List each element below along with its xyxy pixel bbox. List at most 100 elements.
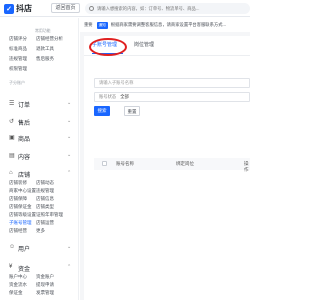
fund-item[interactable]: 提现申请 [36, 282, 54, 288]
fund-item[interactable]: 发票管理 [36, 290, 54, 296]
shop-item[interactable]: 店铺经营 [9, 228, 27, 234]
shop-item-row: 店铺等级设置 证照年审管理 [0, 212, 79, 220]
nav-section-label: 内容 [18, 155, 31, 161]
chevron-down-icon: ⌄ [67, 244, 72, 250]
shop-item[interactable]: 店铺保证金 [9, 204, 32, 210]
nav-section-content[interactable]: ▤ 内容 ⌄ [0, 150, 79, 162]
shop-item[interactable]: 店铺动态 [36, 180, 54, 186]
col-actions: 操作 [244, 161, 249, 172]
nav-section-products[interactable]: ▣ 商品 ⌄ [0, 132, 79, 144]
global-search[interactable] [85, 3, 250, 14]
fund-item[interactable]: 资金账户 [36, 274, 54, 280]
aftersales-icon: ↺ [9, 119, 15, 125]
status-label: 账号状态 [99, 94, 117, 99]
content-card: 子账号管理 岗位管理 请输入子账号名称 账号状态 全部 搜索 重置 账号名称 绑… [84, 36, 250, 300]
nav-section-label: 店铺 [18, 173, 31, 179]
chevron-down-icon: ⌄ [67, 152, 72, 158]
nav-section-aftersales[interactable]: ↺ 售后 ⌄ [0, 116, 79, 128]
fund-item[interactable]: 保证金 [9, 290, 23, 296]
shop-item[interactable]: 违规管理 [36, 188, 54, 194]
nav-section-funds[interactable]: ¥ 资金 ⌃ [0, 262, 79, 274]
tab-positions[interactable]: 岗位管理 [134, 41, 154, 48]
nav-section-label: 商品 [18, 137, 31, 143]
col-account-name: 账号名称 [116, 161, 134, 166]
shop-item-row: 子账号管理 店铺运营 [0, 220, 79, 228]
nav-section-label: 资金 [18, 267, 31, 273]
status-value: 全部 [120, 94, 129, 99]
shop-item-row: 店铺保障 店铺信息 [0, 196, 79, 204]
shop-icon: ⌂ [9, 170, 13, 176]
logo-text: 抖店 [16, 4, 32, 13]
table-header: 账号名称 绑定岗位 操作 [94, 158, 250, 172]
quick-link[interactable]: 退款工具 [36, 46, 54, 52]
shop-item-row: 商家中心设置 违规管理 [0, 188, 79, 196]
chevron-up-icon: ⌃ [67, 264, 72, 270]
sub-account-label-row: 子分账户 [0, 80, 79, 88]
sidebar: 常用功能 店铺评分 店铺经营分析 标准商品 退款工具 违规管理 售后服务 权限管… [0, 18, 79, 300]
sidebar-group-title: 常用功能 [35, 28, 51, 33]
shop-item[interactable]: 店铺保障 [9, 196, 27, 202]
orders-icon: ☰ [9, 101, 15, 107]
account-status-select[interactable]: 账号状态 全部 [94, 92, 250, 102]
fund-item-row: 保证金 发票管理 [0, 290, 79, 298]
logo[interactable]: ✓ 抖店 [4, 3, 32, 14]
select-all-checkbox[interactable] [102, 161, 107, 166]
shop-item[interactable]: 店铺装修 [9, 180, 27, 186]
notice-bar: 重要 通知 根据商家需要调整客服信息，请商家设置平台客服联系方式... [80, 18, 250, 32]
nav-section-label: 订单 [18, 103, 31, 109]
search-input[interactable] [97, 6, 247, 11]
notice-text[interactable]: 根据商家需要调整客服信息，请商家设置平台客服联系方式... [111, 22, 236, 28]
quick-link[interactable]: 违规管理 [9, 56, 27, 62]
shop-item[interactable]: 证照年审管理 [36, 212, 63, 218]
chevron-down-icon: ⌄ [67, 118, 72, 124]
fund-item[interactable]: 资金流水 [9, 282, 27, 288]
col-bound-position: 绑定岗位 [176, 161, 194, 166]
nav-section-label: 售后 [18, 121, 31, 127]
back-home-button[interactable]: 返回首页 [51, 3, 80, 13]
chevron-up-icon: ⌃ [67, 170, 72, 176]
content-icon: ▤ [9, 153, 15, 159]
logo-icon: ✓ [4, 3, 14, 14]
quick-link[interactable]: 店铺经营分析 [36, 36, 63, 42]
nav-section-orders[interactable]: ☰ 订单 ⌄ [0, 98, 79, 110]
main-content: 重要 通知 根据商家需要调整客服信息，请商家设置平台客服联系方式... 子账号管… [80, 18, 250, 300]
account-name-field[interactable]: 请输入子账号名称 [94, 78, 250, 88]
products-icon: ▣ [9, 135, 15, 141]
shop-item[interactable]: 店铺运营 [36, 220, 54, 226]
top-bar: ✓ 抖店 返回首页 [0, 0, 250, 17]
notice-badge: 通知 [96, 21, 108, 29]
quick-link[interactable]: 权限管理 [9, 66, 27, 72]
quick-link-row: 违规管理 售后服务 [0, 56, 79, 64]
shop-item-row: 店铺装修 店铺动态 [0, 180, 79, 188]
fund-item-row: 账户中心 资金账户 [0, 274, 79, 282]
shop-item[interactable]: 店铺等级设置 [9, 212, 36, 218]
shop-item[interactable]: 商家中心设置 [9, 188, 36, 194]
chevron-down-icon: ⌄ [67, 100, 72, 106]
shop-item[interactable]: 店铺信息 [36, 196, 54, 202]
search-icon [89, 6, 94, 11]
nav-section-shop[interactable]: ⌂ 店铺 ⌃ [0, 168, 79, 180]
shop-item-active[interactable]: 子账号管理 [9, 220, 32, 226]
quick-link[interactable]: 售后服务 [36, 56, 54, 62]
annotation-circle [89, 38, 127, 56]
funds-icon: ¥ [9, 264, 13, 270]
sub-account-label: 子分账户 [9, 80, 25, 85]
quick-link[interactable]: 标准商品 [9, 46, 27, 52]
tabs: 子账号管理 岗位管理 [84, 36, 250, 56]
fund-item-row: 资金流水 提现申请 [0, 282, 79, 290]
shop-item-row: 店铺保证金 店铺类型 [0, 204, 79, 212]
nav-section-label: 用户 [18, 247, 31, 253]
quick-link-row: 标准商品 退款工具 [0, 46, 79, 54]
nav-section-users[interactable]: ☺ 用户 ⌄ [0, 242, 79, 254]
shop-item[interactable]: 更多 [36, 228, 45, 234]
fund-item[interactable]: 账户中心 [9, 274, 27, 280]
shop-item[interactable]: 店铺类型 [36, 204, 54, 210]
reset-button[interactable]: 重置 [124, 106, 140, 116]
account-name-placeholder: 请输入子账号名称 [99, 80, 134, 85]
chevron-down-icon: ⌄ [67, 134, 72, 140]
quick-link[interactable]: 店铺评分 [9, 36, 27, 42]
search-button[interactable]: 搜索 [94, 106, 110, 116]
users-icon: ☺ [9, 244, 16, 250]
quick-link-row: 权限管理 [0, 66, 79, 74]
notice-label: 重要 [84, 22, 93, 27]
